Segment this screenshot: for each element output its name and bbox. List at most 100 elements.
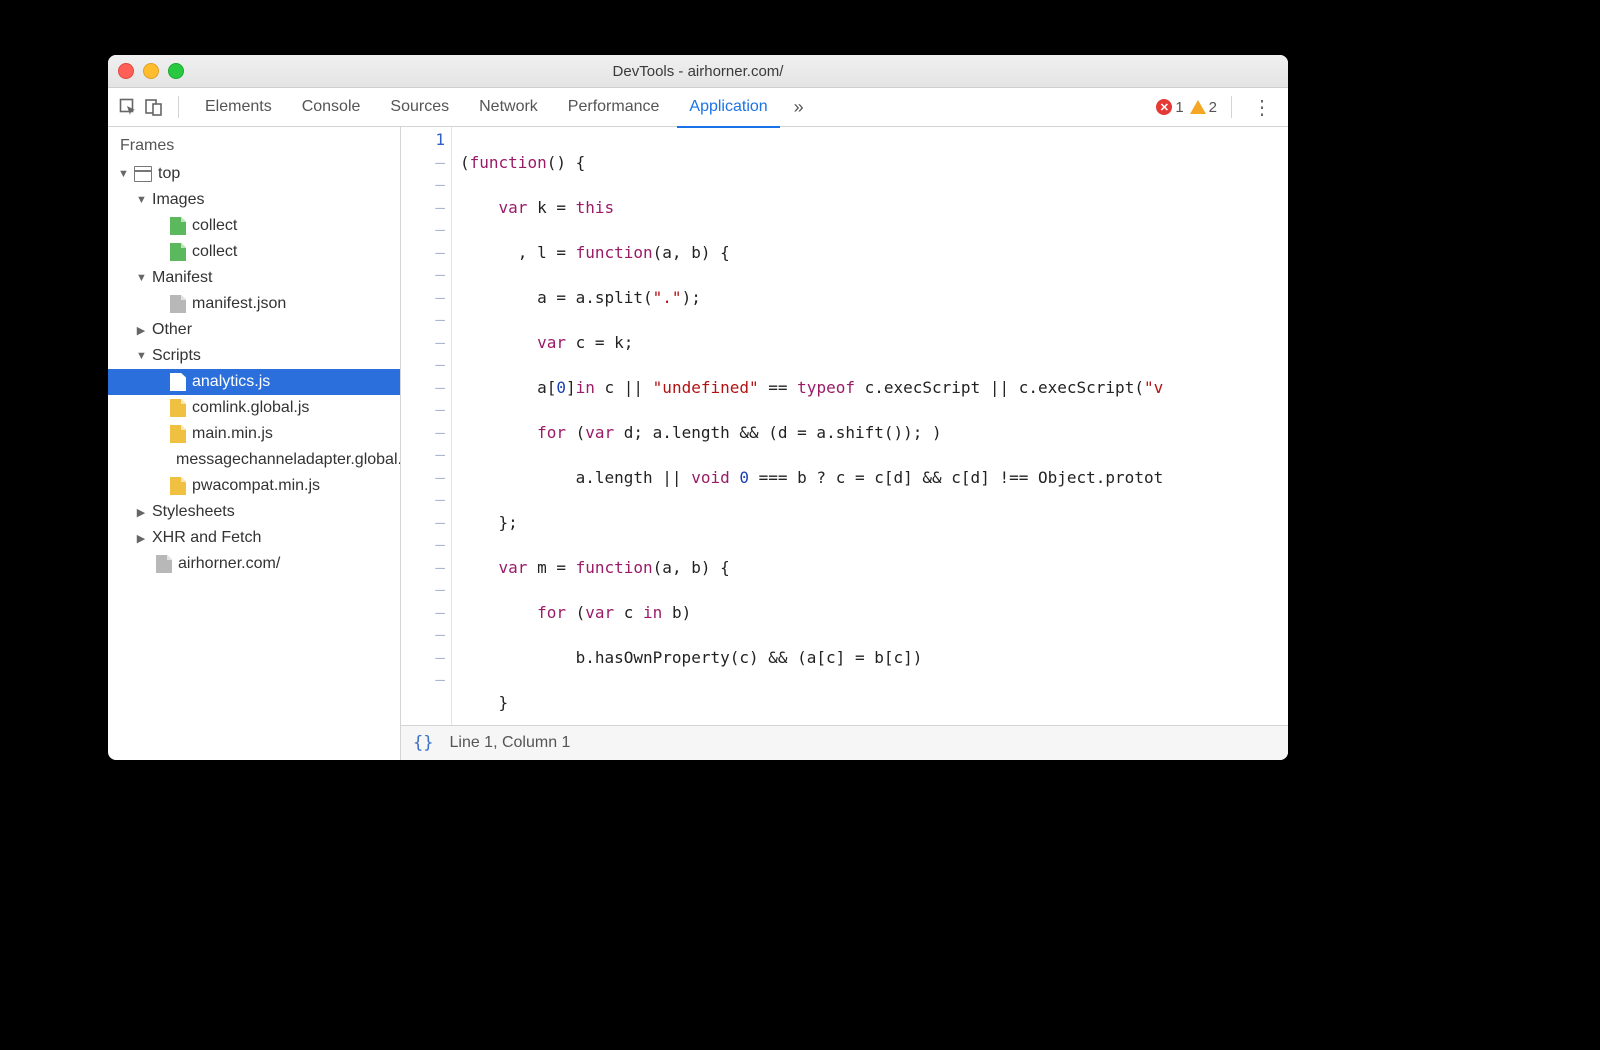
file-icon <box>170 243 186 261</box>
file-item[interactable]: comlink.global.js <box>108 395 400 421</box>
tree-label: main.min.js <box>192 425 273 443</box>
tree-label: top <box>158 165 180 183</box>
file-icon <box>156 555 172 573</box>
file-item[interactable]: collect <box>108 239 400 265</box>
frame-icon <box>134 166 152 182</box>
devtools-window: DevTools - airhorner.com/ Elements Conso… <box>108 55 1288 760</box>
minimize-icon[interactable] <box>143 63 159 79</box>
file-icon <box>170 295 186 313</box>
fold-icon[interactable]: – <box>401 557 445 580</box>
window-title: DevTools - airhorner.com/ <box>613 63 784 80</box>
tree-label: Scripts <box>152 347 201 365</box>
fold-icon[interactable]: – <box>401 309 445 332</box>
tab-sources[interactable]: Sources <box>378 88 461 126</box>
fold-icon[interactable]: – <box>401 624 445 647</box>
file-item[interactable]: messagechanneladapter.global.js <box>108 447 400 473</box>
settings-menu-icon[interactable]: ⋮ <box>1246 95 1278 120</box>
format-icon[interactable]: {} <box>413 733 433 753</box>
file-icon <box>170 425 186 443</box>
file-item[interactable]: manifest.json <box>108 291 400 317</box>
device-toggle-icon[interactable] <box>144 97 164 117</box>
fold-icon[interactable]: – <box>401 377 445 400</box>
chevron-down-icon <box>136 272 146 284</box>
fold-icon[interactable]: – <box>401 669 445 692</box>
code-area[interactable]: (function() { var k = this , l = functio… <box>452 127 1288 725</box>
inspect-icon[interactable] <box>118 97 138 117</box>
fold-icon[interactable]: – <box>401 197 445 220</box>
status-bar: {} Line 1, Column 1 <box>401 725 1288 760</box>
group-stylesheets[interactable]: Stylesheets <box>108 499 400 525</box>
fold-icon[interactable]: – <box>401 534 445 557</box>
fold-icon[interactable]: – <box>401 467 445 490</box>
source-editor: 1 – – – – – – – – – – – – – – – – <box>401 127 1288 760</box>
fold-icon[interactable]: – <box>401 332 445 355</box>
fold-icon[interactable]: – <box>401 444 445 467</box>
chevron-down-icon <box>136 194 146 206</box>
group-manifest[interactable]: Manifest <box>108 265 400 291</box>
tab-elements[interactable]: Elements <box>193 88 284 126</box>
chevron-down-icon <box>118 168 128 180</box>
file-icon <box>170 217 186 235</box>
frame-top[interactable]: top <box>108 161 400 187</box>
tab-application[interactable]: Application <box>677 88 779 128</box>
fold-icon[interactable]: – <box>401 602 445 625</box>
group-scripts[interactable]: Scripts <box>108 343 400 369</box>
separator <box>1231 96 1232 118</box>
tree-label: collect <box>192 217 237 235</box>
file-item[interactable]: pwacompat.min.js <box>108 473 400 499</box>
line-gutter[interactable]: 1 – – – – – – – – – – – – – – – – <box>401 127 452 725</box>
devtools-toolbar: Elements Console Sources Network Perform… <box>108 88 1288 127</box>
fold-icon[interactable]: – <box>401 399 445 422</box>
titlebar: DevTools - airhorner.com/ <box>108 55 1288 88</box>
tree-label: airhorner.com/ <box>178 555 280 573</box>
tree-label: comlink.global.js <box>192 399 309 417</box>
chevron-right-icon <box>136 532 146 545</box>
file-item-selected[interactable]: analytics.js <box>108 369 400 395</box>
tree-label: Other <box>152 321 192 339</box>
fold-icon[interactable]: – <box>401 579 445 602</box>
tree-label: XHR and Fetch <box>152 529 261 547</box>
close-icon[interactable] <box>118 63 134 79</box>
window-controls <box>118 63 184 79</box>
file-icon <box>170 477 186 495</box>
tree-label: Stylesheets <box>152 503 235 521</box>
maximize-icon[interactable] <box>168 63 184 79</box>
frames-sidebar: Frames top Images collect collect <box>108 127 401 760</box>
fold-icon[interactable]: – <box>401 647 445 670</box>
fold-icon[interactable]: – <box>401 489 445 512</box>
tree-label: collect <box>192 243 237 261</box>
fold-icon[interactable]: – <box>401 512 445 535</box>
file-icon <box>170 399 186 417</box>
tab-network[interactable]: Network <box>467 88 550 126</box>
separator <box>178 96 179 118</box>
file-item[interactable]: collect <box>108 213 400 239</box>
cursor-position: Line 1, Column 1 <box>449 734 570 752</box>
line-number: 1 <box>401 129 445 152</box>
chevron-down-icon <box>136 350 146 362</box>
sidebar-heading: Frames <box>108 127 400 161</box>
tab-console[interactable]: Console <box>290 88 373 126</box>
fold-icon[interactable]: – <box>401 152 445 175</box>
group-images[interactable]: Images <box>108 187 400 213</box>
group-xhr[interactable]: XHR and Fetch <box>108 525 400 551</box>
file-item[interactable]: main.min.js <box>108 421 400 447</box>
fold-icon[interactable]: – <box>401 264 445 287</box>
fold-icon[interactable]: – <box>401 287 445 310</box>
warning-icon <box>1190 100 1206 114</box>
fold-icon[interactable]: – <box>401 219 445 242</box>
file-item[interactable]: airhorner.com/ <box>108 551 400 577</box>
warning-counter[interactable]: 2 <box>1190 99 1217 116</box>
tab-performance[interactable]: Performance <box>556 88 672 126</box>
error-count: 1 <box>1175 99 1183 116</box>
fold-icon[interactable]: – <box>401 354 445 377</box>
tree-label: Manifest <box>152 269 212 287</box>
more-tabs-icon[interactable]: » <box>786 97 812 118</box>
fold-icon[interactable]: – <box>401 422 445 445</box>
group-other[interactable]: Other <box>108 317 400 343</box>
fold-icon[interactable]: – <box>401 242 445 265</box>
fold-icon[interactable]: – <box>401 174 445 197</box>
tree-label: messagechanneladapter.global.js <box>176 451 400 469</box>
tree-label: manifest.json <box>192 295 286 313</box>
tree-label: analytics.js <box>192 373 270 391</box>
error-counter[interactable]: ✕ 1 <box>1156 99 1183 116</box>
